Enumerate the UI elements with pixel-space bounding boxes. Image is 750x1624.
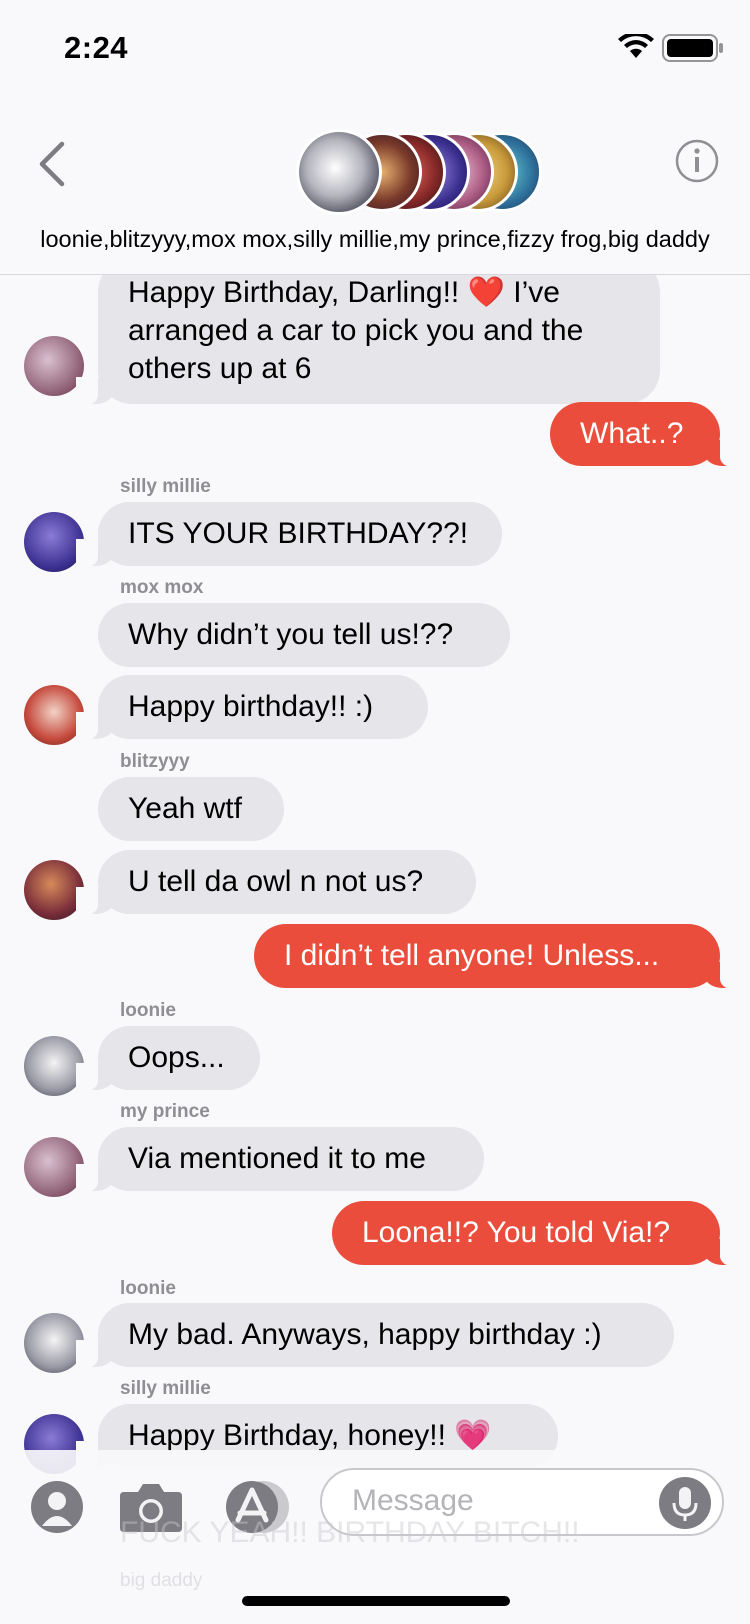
sender-name: silly millie — [120, 476, 211, 497]
faded-sender-name: big daddy — [120, 1570, 203, 1591]
message-bubble[interactable]: Via mentioned it to me — [76, 1127, 484, 1192]
sender-name: loonie — [120, 1000, 176, 1021]
message-bubble[interactable]: Yeah wtf — [98, 777, 284, 841]
conversation-header: loonie,blitzyyy,mox mox,silly millie,my … — [0, 100, 750, 275]
avatar[interactable] — [24, 860, 84, 920]
avatar[interactable] — [24, 512, 84, 572]
sender-name: loonie — [120, 1278, 176, 1299]
avatar[interactable] — [24, 1036, 84, 1096]
home-indicator[interactable] — [242, 1596, 510, 1606]
message-bubble[interactable]: Oops... — [76, 1026, 260, 1091]
message-bubble[interactable]: I didn’t tell anyone! Unless... — [254, 924, 742, 989]
avatar[interactable] — [24, 685, 84, 745]
avatar[interactable] — [24, 1137, 84, 1197]
message-bubble[interactable]: Happy birthday!! :) — [76, 675, 428, 740]
message-bubble[interactable]: ITS YOUR BIRTHDAY??! — [76, 502, 502, 567]
sender-name: blitzyyy — [120, 751, 190, 772]
message-bubble[interactable]: Loona!!? You told Via!? — [332, 1201, 742, 1266]
message-bubble[interactable]: Happy Birthday, Darling!! ❤️ I’ve arrang… — [76, 258, 660, 405]
sender-name: mox mox — [120, 577, 204, 598]
message-bubble[interactable]: My bad. Anyways, happy birthday :) — [76, 1303, 674, 1368]
avatar — [296, 129, 382, 215]
avatar[interactable] — [24, 336, 84, 396]
sender-name: silly millie — [120, 1378, 211, 1399]
contact-icon[interactable] — [30, 1480, 84, 1534]
sender-name: my prince — [120, 1101, 210, 1122]
group-avatar-stack[interactable] — [296, 129, 546, 218]
message-bubble[interactable]: Why didn’t you tell us!?? — [98, 603, 510, 667]
back-chevron-icon[interactable] — [36, 140, 68, 188]
message-bubble[interactable]: U tell da owl n not us? — [76, 850, 476, 915]
message-placeholder: Message — [352, 1484, 474, 1517]
message-bubble[interactable]: What..? — [550, 402, 742, 467]
group-member-names[interactable]: loonie,blitzyyy,mox mox,silly millie,my … — [0, 226, 750, 253]
microphone-icon[interactable] — [658, 1476, 712, 1530]
info-icon[interactable] — [674, 138, 720, 184]
avatar[interactable] — [24, 1313, 84, 1373]
faded-message-text: FUCK YEAH!! BIRTHDAY BITCH!! — [120, 1516, 580, 1549]
